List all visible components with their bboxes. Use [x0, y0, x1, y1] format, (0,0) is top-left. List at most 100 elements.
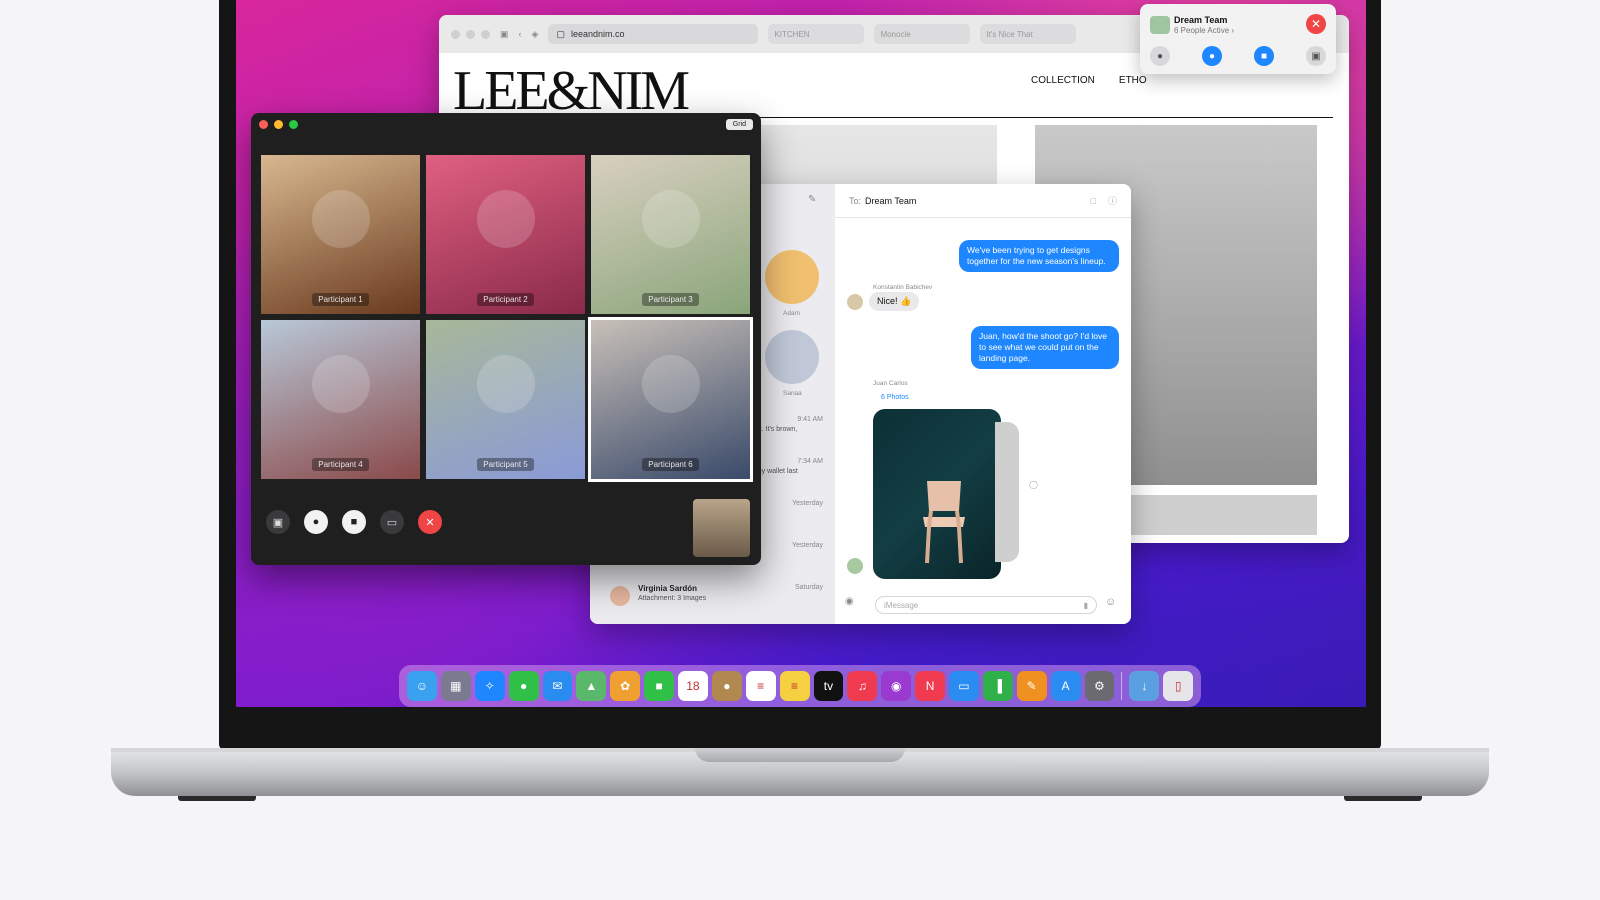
lock-icon: ▢: [556, 28, 565, 39]
participant-tile-active[interactable]: Participant 6: [588, 317, 753, 482]
shareplay-hud[interactable]: Dream Team 6 People Active › ✕ ● ● ■ ▣: [1140, 4, 1336, 74]
news-icon[interactable]: N: [915, 671, 945, 701]
video-icon[interactable]: ■: [342, 510, 366, 534]
photos-label[interactable]: 6 Photos: [881, 394, 909, 401]
row-name: Virginia Sardón: [638, 584, 697, 593]
avatar: [610, 586, 630, 606]
tab-its-nice-that[interactable]: It's Nice That: [980, 24, 1077, 44]
message-bubble-sent[interactable]: Juan, how'd the shoot go? I'd love to se…: [971, 326, 1119, 369]
reminders-icon[interactable]: ≡: [745, 671, 776, 701]
system-preferences-icon[interactable]: ⚙: [1084, 671, 1115, 701]
participant-placeholder: [311, 354, 370, 413]
trash-icon[interactable]: ▯: [1163, 671, 1194, 701]
nav-ethos[interactable]: ETHO: [1119, 75, 1147, 86]
dock: ☺ ▦ ✧ ● ✉ ▲ ✿ ■ 18 ● ≡ ≡ tv ♫ ◉ N ▭ ▐ ✎ A ⚙ ↓ ▯: [399, 665, 1201, 707]
tab-kitchen[interactable]: KITCHEN: [768, 24, 865, 44]
sidebar-icon[interactable]: ▣: [500, 29, 509, 40]
emoji-icon[interactable]: ☺: [1105, 596, 1116, 608]
participant-label: Participant 2: [477, 293, 534, 306]
participant-label: Participant 3: [642, 293, 699, 306]
keynote-icon[interactable]: ▭: [949, 671, 979, 701]
screen-share-icon[interactable]: ▣: [1306, 46, 1326, 66]
message-bubble-received[interactable]: Nice! 👍: [869, 292, 920, 311]
tab-title: It's Nice That: [986, 29, 1033, 39]
tv-icon[interactable]: tv: [813, 671, 844, 701]
back-icon[interactable]: ‹: [519, 29, 522, 39]
participant-tile[interactable]: Participant 2: [426, 155, 585, 314]
participant-tile[interactable]: Participant 3: [591, 155, 750, 314]
finder-icon[interactable]: ☺: [407, 671, 437, 701]
grid-view-button[interactable]: Grid: [725, 119, 753, 130]
facetime-icon[interactable]: ■: [644, 671, 674, 701]
messages-icon[interactable]: ●: [1150, 46, 1170, 66]
row-time: 9:41 AM: [797, 416, 823, 423]
message-bubble-sent[interactable]: We've been trying to get designs togethe…: [959, 240, 1119, 272]
video-icon[interactable]: ■: [1254, 46, 1274, 66]
site-nav: COLLECTION ETHO: [1031, 75, 1147, 86]
mic-icon[interactable]: ●: [1202, 46, 1222, 66]
sidebar-icon[interactable]: ▣: [266, 510, 290, 534]
maps-icon[interactable]: ▲: [576, 671, 607, 701]
address-bar[interactable]: ▢ leeandnim.co: [548, 24, 759, 44]
app-store-icon[interactable]: A: [1050, 671, 1081, 701]
participant-tile[interactable]: Participant 5: [426, 320, 585, 479]
podcasts-icon[interactable]: ◉: [881, 671, 912, 701]
photo-attachment[interactable]: [873, 409, 1001, 579]
participant-tile[interactable]: Participant 4: [261, 320, 420, 479]
contacts-icon[interactable]: ●: [711, 671, 742, 701]
nav-collection[interactable]: COLLECTION: [1031, 75, 1095, 86]
participant-label: Participant 4: [312, 458, 369, 471]
chair-illustration: [923, 481, 965, 564]
photo-stack-edge: [995, 422, 1019, 562]
safari-icon[interactable]: ✧: [474, 671, 505, 701]
downloads-icon[interactable]: ↓: [1129, 671, 1160, 701]
shield-icon[interactable]: ◈: [532, 29, 539, 40]
compose-icon[interactable]: ✎: [808, 194, 816, 205]
participant-placeholder: [641, 354, 700, 413]
leave-call-button[interactable]: ✕: [1306, 14, 1326, 34]
video-call-icon[interactable]: □: [1091, 196, 1096, 206]
participant-placeholder: [476, 354, 535, 413]
message-input[interactable]: iMessage ▮: [875, 596, 1097, 614]
participant-placeholder: [641, 189, 700, 248]
row-time: 7:34 AM: [797, 458, 823, 465]
notes-icon[interactable]: ≡: [779, 671, 810, 701]
messages-icon[interactable]: ●: [508, 671, 539, 701]
end-call-button[interactable]: ✕: [418, 510, 442, 534]
active-count[interactable]: 6 People Active ›: [1174, 26, 1234, 35]
input-placeholder: iMessage: [884, 600, 919, 610]
numbers-icon[interactable]: ▐: [982, 671, 1013, 701]
conversation-pane: To: Dream Team □ ⓘ We've been trying to …: [835, 184, 1131, 624]
traffic-lights[interactable]: [451, 29, 490, 39]
participant-placeholder: [476, 189, 535, 248]
participant-label: Participant 1: [312, 293, 369, 306]
mail-icon[interactable]: ✉: [542, 671, 573, 701]
photos-icon[interactable]: ✿: [610, 671, 641, 701]
recipient-bar[interactable]: To: Dream Team □ ⓘ: [835, 184, 1131, 218]
participant-label: Participant 6: [642, 458, 699, 471]
contact-name: Adam: [783, 310, 800, 317]
info-icon[interactable]: ⓘ: [1108, 194, 1117, 207]
screen-share-icon[interactable]: ▭: [380, 510, 404, 534]
facetime-window[interactable]: Grid Participant 1 Participant 2 Partici…: [251, 113, 761, 565]
participant-tile[interactable]: Participant 1: [261, 155, 420, 314]
macos-desktop: ▣ ‹ ◈ ▢ leeandnim.co KITCHEN Monocle It'…: [236, 0, 1366, 707]
shareplay-controls: ● ● ■ ▣: [1150, 46, 1326, 66]
tab-title: KITCHEN: [774, 29, 810, 39]
tab-monocle[interactable]: Monocle: [874, 24, 971, 44]
app-store-icon[interactable]: ◉: [845, 596, 854, 607]
launchpad-icon[interactable]: ▦: [440, 671, 471, 701]
mic-icon[interactable]: ●: [304, 510, 328, 534]
tapback-icon[interactable]: ◯: [1029, 480, 1038, 489]
self-view[interactable]: [693, 499, 750, 557]
avatar[interactable]: [765, 250, 819, 304]
audio-icon[interactable]: ▮: [1084, 601, 1088, 610]
recipient-name: Dream Team: [865, 195, 917, 206]
music-icon[interactable]: ♫: [847, 671, 878, 701]
pages-icon[interactable]: ✎: [1016, 671, 1047, 701]
url-text: leeandnim.co: [570, 29, 625, 39]
calendar-icon[interactable]: 18: [678, 671, 708, 701]
avatar[interactable]: [765, 330, 819, 384]
row-time: Yesterday: [792, 542, 823, 549]
traffic-lights[interactable]: [259, 120, 298, 129]
